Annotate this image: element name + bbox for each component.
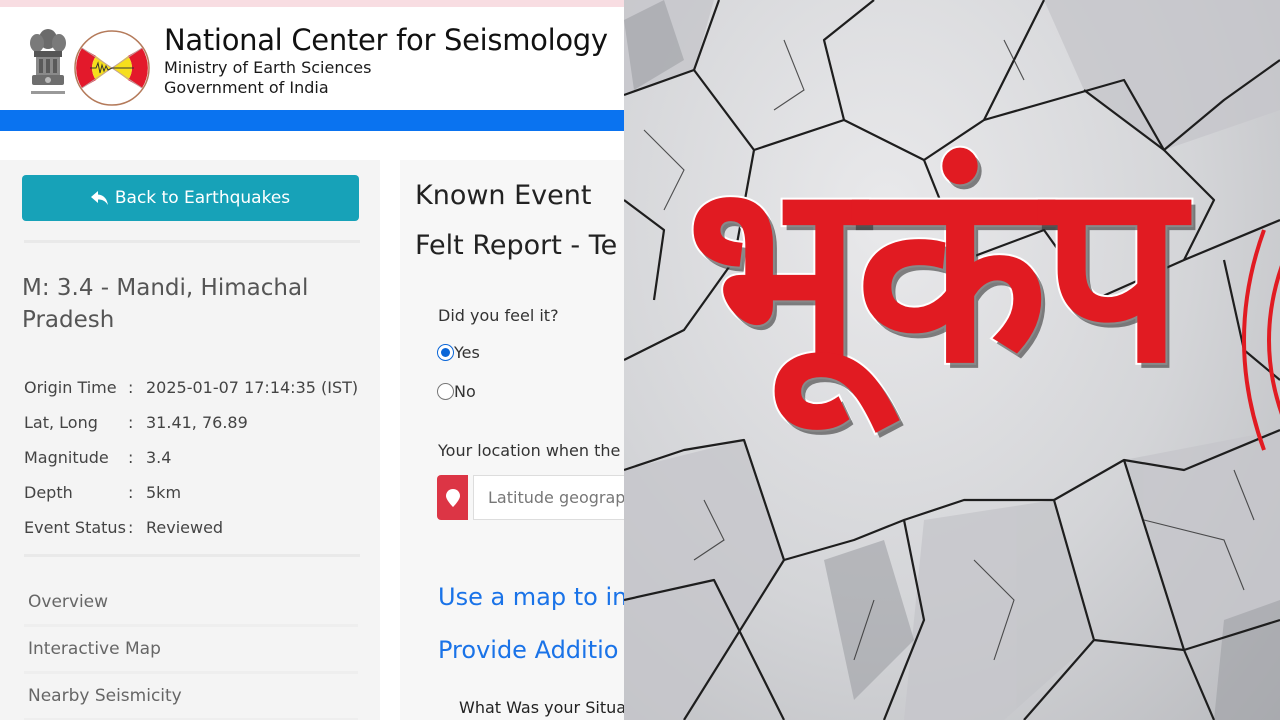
detail-value: 3.4	[146, 448, 172, 467]
detail-colon: :	[128, 483, 134, 502]
radio-yes[interactable]	[437, 344, 454, 361]
radio-no[interactable]	[437, 383, 454, 400]
detail-row-magnitude: Magnitude : 3.4	[24, 440, 358, 475]
event-title: M: 3.4 - Mandi, Himachal Pradesh	[22, 275, 309, 333]
ncs-seismograph-logo-icon	[74, 30, 150, 106]
nav-item-interactive-map[interactable]: Interactive Map	[24, 627, 358, 674]
detail-row-lat-long: Lat, Long : 31.41, 76.89	[24, 405, 358, 440]
divider	[24, 554, 360, 557]
back-button-label: Back to Earthquakes	[114, 188, 291, 208]
detail-row-origin-time: Origin Time : 2025-01-07 17:14:35 (IST)	[24, 370, 358, 405]
government-name: Government of India	[164, 78, 329, 97]
event-sidebar: Back to Earthquakes M: 3.4 - Mandi, Hima…	[0, 160, 380, 720]
event-details: Origin Time : 2025-01-07 17:14:35 (IST) …	[24, 370, 358, 545]
form-heading-known-event: Known Event	[415, 180, 592, 211]
situation-question-label: What Was your Situa	[459, 698, 624, 717]
state-emblem-icon	[30, 29, 66, 94]
earthquake-graphic: भूकंप	[624, 0, 1280, 720]
detail-label: Depth	[24, 483, 73, 502]
ministry-name: Ministry of Earth Sciences	[164, 58, 372, 77]
navbar-strip	[0, 110, 624, 131]
detail-colon: :	[128, 448, 134, 467]
ncs-website-panel: National Center for Seismology Ministry …	[0, 0, 624, 720]
hindi-earthquake-title: भूकंप	[684, 127, 1186, 418]
detail-value: Reviewed	[146, 518, 224, 537]
divider	[24, 240, 360, 243]
detail-label: Magnitude	[24, 448, 109, 467]
radio-yes-label: Yes	[454, 343, 480, 362]
felt-question-label: Did you feel it?	[438, 306, 559, 325]
detail-value: 2025-01-07 17:14:35 (IST)	[146, 378, 359, 397]
map-pin-icon	[445, 488, 460, 507]
use-map-link[interactable]: Use a map to in	[438, 583, 624, 611]
site-header: National Center for Seismology Ministry …	[0, 7, 624, 109]
location-label: Your location when the	[438, 441, 621, 460]
reply-arrow-icon	[90, 191, 108, 205]
detail-label: Lat, Long	[24, 413, 98, 432]
detail-value: 5km	[146, 483, 182, 502]
detail-label: Event Status	[24, 518, 126, 537]
browser-top-strip	[0, 0, 624, 7]
org-name: National Center for Seismology	[164, 23, 608, 57]
felt-option-yes[interactable]: Yes	[437, 343, 480, 362]
detail-label: Origin Time	[24, 378, 117, 397]
detail-value: 31.41, 76.89	[146, 413, 248, 432]
detail-colon: :	[128, 413, 134, 432]
felt-option-no[interactable]: No	[437, 382, 476, 401]
latitude-input[interactable]	[473, 475, 624, 520]
detail-colon: :	[128, 378, 134, 397]
event-nav: Overview Interactive Map Nearby Seismici…	[24, 580, 358, 720]
detail-colon: :	[128, 518, 134, 537]
detail-row-event-status: Event Status : Reviewed	[24, 510, 358, 545]
detail-row-depth: Depth : 5km	[24, 475, 358, 510]
nav-item-overview[interactable]: Overview	[24, 580, 358, 627]
nav-item-nearby-seismicity[interactable]: Nearby Seismicity	[24, 674, 358, 720]
felt-report-form: Known Event Felt Report - Te Did you fee…	[400, 160, 624, 720]
back-to-earthquakes-button[interactable]: Back to Earthquakes	[22, 175, 359, 221]
radio-no-label: No	[454, 382, 476, 401]
locate-button[interactable]	[437, 475, 468, 520]
form-heading-felt-report: Felt Report - Te	[415, 230, 618, 261]
provide-additional-link[interactable]: Provide Additio	[438, 636, 618, 664]
